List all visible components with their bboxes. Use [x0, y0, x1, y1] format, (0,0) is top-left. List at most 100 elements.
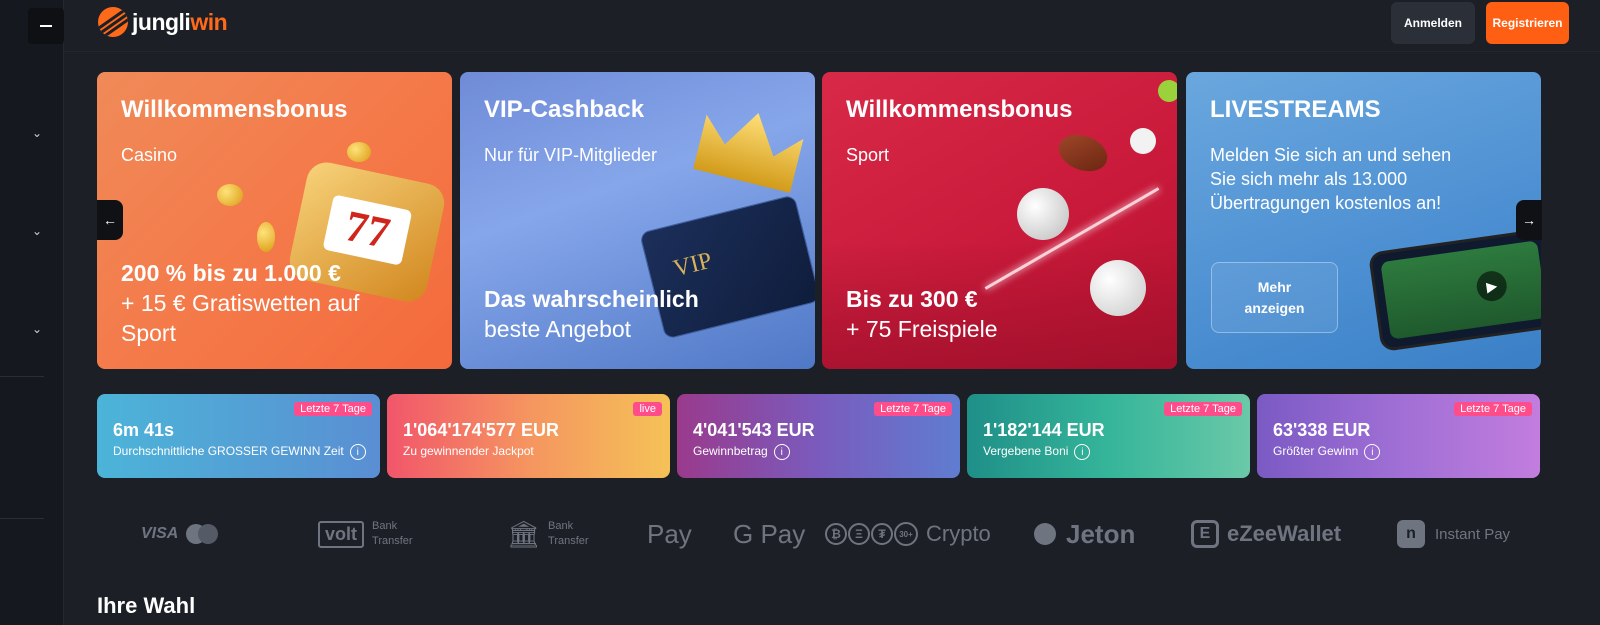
coin-decoration — [257, 222, 275, 252]
stat-label: Zu gewinnender Jackpot — [403, 444, 534, 458]
banner-casino-welcome[interactable]: 77 Willkommensbonus Casino 200 % bis zu … — [97, 72, 452, 369]
volt-logo: volt — [318, 520, 365, 548]
stat-value: 1'182'144 EUR — [983, 420, 1105, 440]
stat-badge: live — [633, 402, 662, 416]
football-graphic — [1090, 260, 1146, 316]
stat-label: Vergebene Boni — [983, 444, 1069, 459]
instant-pay-icon: n — [1397, 520, 1425, 548]
carousel-prev-button[interactable]: ← — [97, 200, 123, 240]
phone-graphic: ▶ — [1367, 227, 1541, 353]
payment-ezeewallet: E eZeeWallet — [1191, 514, 1341, 554]
banner-title: VIP-Cashback — [484, 96, 645, 123]
banner-offer: + 15 € Gratiswetten auf — [121, 290, 360, 316]
stat-label-row: Größter Gewinn i — [1273, 444, 1381, 460]
banner-offer: beste Angebot — [484, 316, 632, 342]
ball-graphic — [1017, 188, 1069, 240]
stat-value: 4'041'543 EUR — [693, 420, 815, 440]
banner-offer: Sport — [121, 320, 176, 346]
payment-visa-mastercard: VISA — [141, 514, 219, 554]
sidebar-divider — [0, 518, 44, 519]
coin-decoration — [217, 184, 243, 206]
top-bar — [64, 0, 1600, 52]
stat-card: Letzte 7 Tage 4'041'543 EUR Gewinnbetrag… — [677, 394, 960, 478]
sidebar: ⌄ ⌄ ⌄ — [0, 0, 64, 625]
banner-offer: Das wahrscheinlich — [484, 286, 699, 312]
payment-google-pay: G Pay — [733, 514, 805, 554]
crypto-label: Crypto — [926, 521, 991, 546]
stat-label-row: Durchschnittliche GROSSER GEWINN Zeit i — [113, 444, 366, 460]
show-more-label: Mehr — [1257, 278, 1292, 295]
stat-badge: Letzte 7 Tage — [1454, 402, 1532, 416]
visa-logo: VISA — [141, 525, 179, 542]
banner-subtitle: Sport — [846, 145, 890, 165]
arrow-left-icon: ← — [103, 212, 117, 228]
bank-subtitle: Bank Transfer — [548, 519, 589, 549]
arrow-right-icon: → — [1522, 212, 1536, 228]
stat-badge: Letzte 7 Tage — [1164, 402, 1242, 416]
payment-jeton: Jeton — [1034, 514, 1135, 554]
sidebar-divider — [0, 376, 44, 377]
payment-apple-pay: Pay — [645, 514, 692, 554]
banner-vip-cashback[interactable]: VIP VIP-Cashback Nur für VIP-Mitglieder … — [460, 72, 815, 369]
bank-sub-line: Bank — [548, 520, 574, 532]
volt-sub-line: Transfer — [372, 535, 413, 547]
banner-subtitle: Nur für VIP-Mitglieder — [484, 145, 658, 165]
stat-label: Größter Gewinn — [1273, 444, 1359, 459]
chevron-down-icon[interactable]: ⌄ — [30, 126, 44, 140]
chevron-down-icon[interactable]: ⌄ — [30, 224, 44, 238]
ball-graphic — [1130, 128, 1156, 154]
logo-text: jungliwin — [132, 8, 228, 36]
minus-icon — [40, 25, 52, 27]
bitcoin-icon: ₿ — [825, 523, 847, 545]
volt-subtitle: Bank Transfer — [372, 519, 413, 549]
stat-card: Letzte 7 Tage 1'182'144 EUR Vergebene Bo… — [967, 394, 1250, 478]
ethereum-icon: Ξ — [848, 523, 870, 545]
bank-icon: 🏛 — [507, 518, 541, 549]
banner-title: Willkommensbonus — [121, 96, 348, 123]
login-button[interactable]: Anmelden — [1391, 2, 1475, 44]
jeton-icon — [1034, 523, 1056, 545]
stat-badge: Letzte 7 Tage — [874, 402, 952, 416]
banner-subtitle: Melden Sie sich an und sehen — [1210, 145, 1452, 165]
show-more-label: anzeigen — [1244, 299, 1305, 316]
crown-graphic — [693, 101, 807, 193]
tennis-ball-graphic — [1158, 80, 1177, 102]
bank-sub-line: Transfer — [548, 535, 589, 547]
stat-card: live 1'064'174'577 EUR Zu gewinnender Ja… — [387, 394, 670, 478]
stat-card: Letzte 7 Tage 63'338 EUR Größter Gewinn i — [1257, 394, 1540, 478]
ezeewallet-icon: E — [1191, 520, 1219, 548]
register-button[interactable]: Registrieren — [1486, 2, 1569, 44]
rugby-ball-graphic — [1053, 128, 1113, 178]
payment-instant-pay: n Instant Pay — [1397, 514, 1510, 554]
logo-text-part1: jungli — [132, 8, 191, 35]
google-pay-label: G Pay — [733, 518, 806, 549]
info-icon[interactable]: i — [1074, 444, 1091, 460]
show-more-button[interactable]: Mehr anzeigen — [1211, 262, 1338, 333]
info-icon[interactable]: i — [773, 444, 790, 460]
logo-icon — [98, 7, 128, 37]
tether-icon: ₮ — [871, 523, 893, 545]
crypto-more-icon: 30+ — [894, 522, 918, 546]
stat-value: 1'064'174'577 EUR — [403, 420, 559, 440]
chevron-down-icon[interactable]: ⌄ — [30, 322, 44, 336]
apple-pay-label: Pay — [647, 518, 692, 549]
stat-label: Durchschnittliche GROSSER GEWINN Zeit — [113, 444, 344, 459]
stat-label: Gewinnbetrag — [693, 444, 768, 459]
banner-title: Willkommensbonus — [846, 96, 1073, 123]
stat-value: 6m 41s — [113, 420, 175, 440]
stat-badge: Letzte 7 Tage — [294, 402, 372, 416]
jeton-label: Jeton — [1066, 518, 1136, 549]
brand-logo[interactable]: jungliwin — [98, 6, 228, 38]
banner-subtitle: Sie sich mehr als 13.000 — [1210, 169, 1408, 189]
banner-subtitle: Casino — [121, 145, 178, 165]
logo-text-part2: win — [190, 8, 228, 35]
info-icon[interactable]: i — [349, 444, 366, 460]
banner-sport-welcome[interactable]: Willkommensbonus Sport Bis zu 300 € + 75… — [822, 72, 1177, 369]
stat-label-row: Gewinnbetrag i — [693, 444, 790, 460]
banner-subtitle: Übertragungen kostenlos an! — [1210, 193, 1442, 213]
sidebar-toggle-button[interactable] — [28, 8, 64, 44]
info-icon[interactable]: i — [1364, 444, 1381, 460]
carousel-next-button[interactable]: → — [1516, 200, 1542, 240]
stat-card: Letzte 7 Tage 6m 41s Durchschnittliche G… — [97, 394, 380, 478]
mastercard-icon — [198, 524, 219, 544]
